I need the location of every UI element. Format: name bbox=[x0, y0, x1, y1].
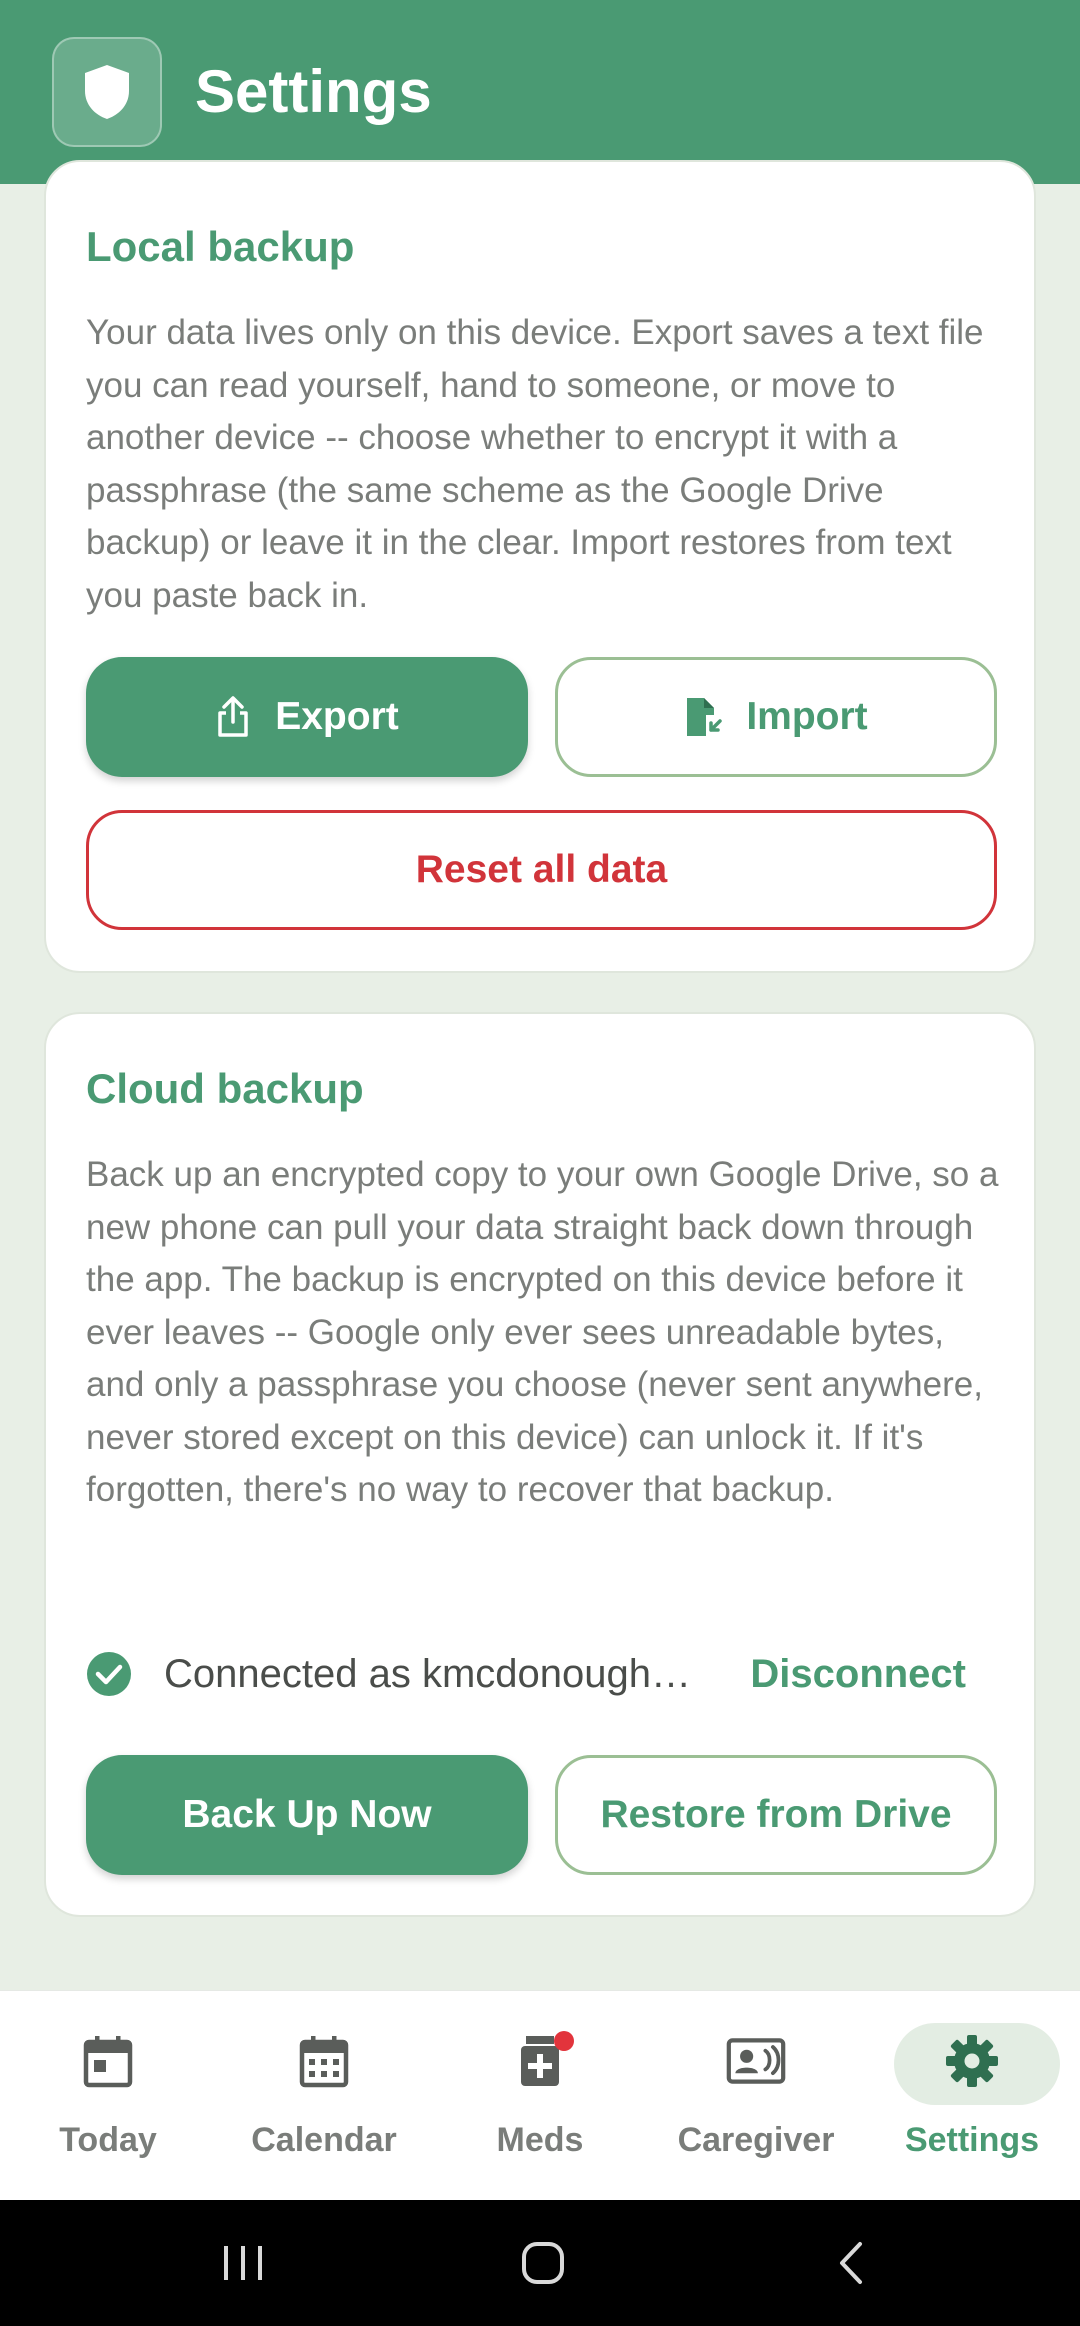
connection-status-row: Connected as kmcdonough… Disconnect bbox=[86, 1639, 1006, 1709]
calendar-today-icon bbox=[78, 2031, 138, 2091]
nav-label-calendar: Calendar bbox=[251, 2121, 397, 2159]
check-circle-icon bbox=[86, 1651, 132, 1697]
cloud-backup-card: Cloud backup Back up an encrypted copy t… bbox=[44, 1012, 1036, 1917]
local-backup-card: Local backup Your data lives only on thi… bbox=[44, 160, 1036, 973]
disconnect-link[interactable]: Disconnect bbox=[750, 1652, 966, 1697]
recent-apps-icon[interactable] bbox=[220, 2240, 266, 2286]
local-backup-title: Local backup bbox=[86, 223, 355, 270]
meds-notification-badge bbox=[554, 2031, 574, 2051]
bottom-navigation: Today Calendar Meds Caregiver Settings bbox=[0, 1990, 1080, 2200]
back-up-now-button[interactable]: Back Up Now bbox=[86, 1755, 528, 1875]
cloud-backup-title: Cloud backup bbox=[86, 1065, 364, 1112]
restore-from-drive-button[interactable]: Restore from Drive bbox=[555, 1755, 997, 1875]
nav-item-calendar[interactable]: Calendar bbox=[216, 1991, 432, 2201]
nav-label-today: Today bbox=[59, 2121, 157, 2159]
shield-icon bbox=[52, 37, 162, 147]
file-import-icon bbox=[684, 695, 723, 739]
local-backup-description: Your data lives only on this device. Exp… bbox=[86, 313, 984, 615]
restore-label: Restore from Drive bbox=[600, 1793, 952, 1836]
reset-label: Reset all data bbox=[415, 848, 668, 891]
back-icon[interactable] bbox=[830, 2240, 876, 2286]
calendar-month-icon bbox=[294, 2031, 354, 2091]
home-icon[interactable] bbox=[520, 2240, 566, 2286]
share-icon bbox=[215, 696, 251, 738]
nav-label-caregiver: Caregiver bbox=[677, 2121, 835, 2159]
connected-account-text: Connected as kmcdonough… bbox=[164, 1651, 691, 1696]
gear-icon bbox=[942, 2031, 1002, 2091]
import-label: Import bbox=[746, 695, 868, 738]
nav-item-meds[interactable]: Meds bbox=[432, 1991, 648, 2201]
back-up-now-label: Back Up Now bbox=[182, 1793, 432, 1836]
nav-label-settings: Settings bbox=[904, 2121, 1040, 2159]
cloud-backup-description: Back up an encrypted copy to your own Go… bbox=[86, 1155, 999, 1509]
page-title: Settings bbox=[195, 58, 432, 125]
reset-all-data-button[interactable]: Reset all data bbox=[86, 810, 997, 930]
import-button[interactable]: Import bbox=[555, 657, 997, 777]
app-header: Settings bbox=[0, 0, 1080, 184]
nav-item-settings[interactable]: Settings bbox=[864, 1991, 1080, 2201]
nav-label-meds: Meds bbox=[496, 2121, 584, 2159]
export-button[interactable]: Export bbox=[86, 657, 528, 777]
nav-item-today[interactable]: Today bbox=[0, 1991, 216, 2201]
system-navigation-bar bbox=[0, 2200, 1080, 2326]
nav-item-caregiver[interactable]: Caregiver bbox=[648, 1991, 864, 2201]
contact-card-icon bbox=[726, 2031, 786, 2091]
export-label: Export bbox=[275, 695, 399, 738]
